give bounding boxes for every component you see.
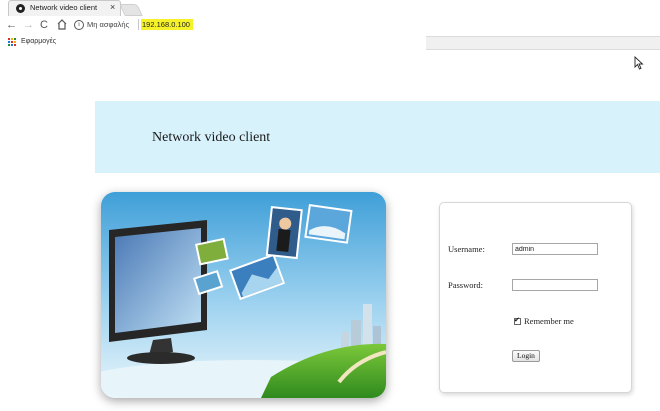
hero-illustration (101, 192, 386, 398)
page-title: Network video client (152, 130, 271, 145)
remember-me-option[interactable]: Remember me (514, 316, 574, 326)
extension-bar (426, 36, 660, 50)
tab-favicon-icon (16, 4, 25, 13)
url-text[interactable]: 192.168.0.100 (141, 19, 193, 30)
username-input[interactable] (512, 243, 598, 255)
address-bar[interactable]: i Μη ασφαλής 192.168.0.100 (70, 18, 430, 34)
tab-close-icon[interactable]: × (110, 2, 115, 12)
apps-grid-icon[interactable] (8, 38, 17, 47)
username-label: Username: (448, 244, 485, 254)
remember-me-checkbox[interactable] (514, 316, 521, 325)
password-label: Password: (448, 280, 483, 290)
home-icon[interactable] (57, 19, 67, 30)
page-banner: Network video client (95, 101, 660, 173)
tab-title: Network video client (30, 3, 98, 12)
login-panel: Username: Password: Remember me Login (439, 202, 632, 393)
forward-arrow-icon[interactable]: → (23, 19, 34, 32)
remember-me-label[interactable]: Remember me (524, 316, 574, 326)
browser-tab[interactable]: Network video client × (8, 0, 121, 16)
new-tab-button[interactable] (119, 4, 143, 16)
not-secure-label[interactable]: Μη ασφαλής (87, 20, 129, 29)
address-separator (138, 19, 139, 30)
apps-bookmark-label[interactable]: Εφαρμογές (21, 38, 56, 45)
browser-toolbar: ← → C i Μη ασφαλής 192.168.0.100 (0, 17, 660, 37)
reload-icon[interactable]: C (40, 19, 48, 32)
password-input[interactable] (512, 279, 598, 291)
browser-tab-strip: Network video client × (0, 0, 660, 17)
info-icon[interactable]: i (74, 20, 84, 30)
back-arrow-icon[interactable]: ← (6, 19, 17, 32)
login-button[interactable]: Login (512, 350, 540, 362)
mouse-cursor-icon (634, 56, 644, 70)
